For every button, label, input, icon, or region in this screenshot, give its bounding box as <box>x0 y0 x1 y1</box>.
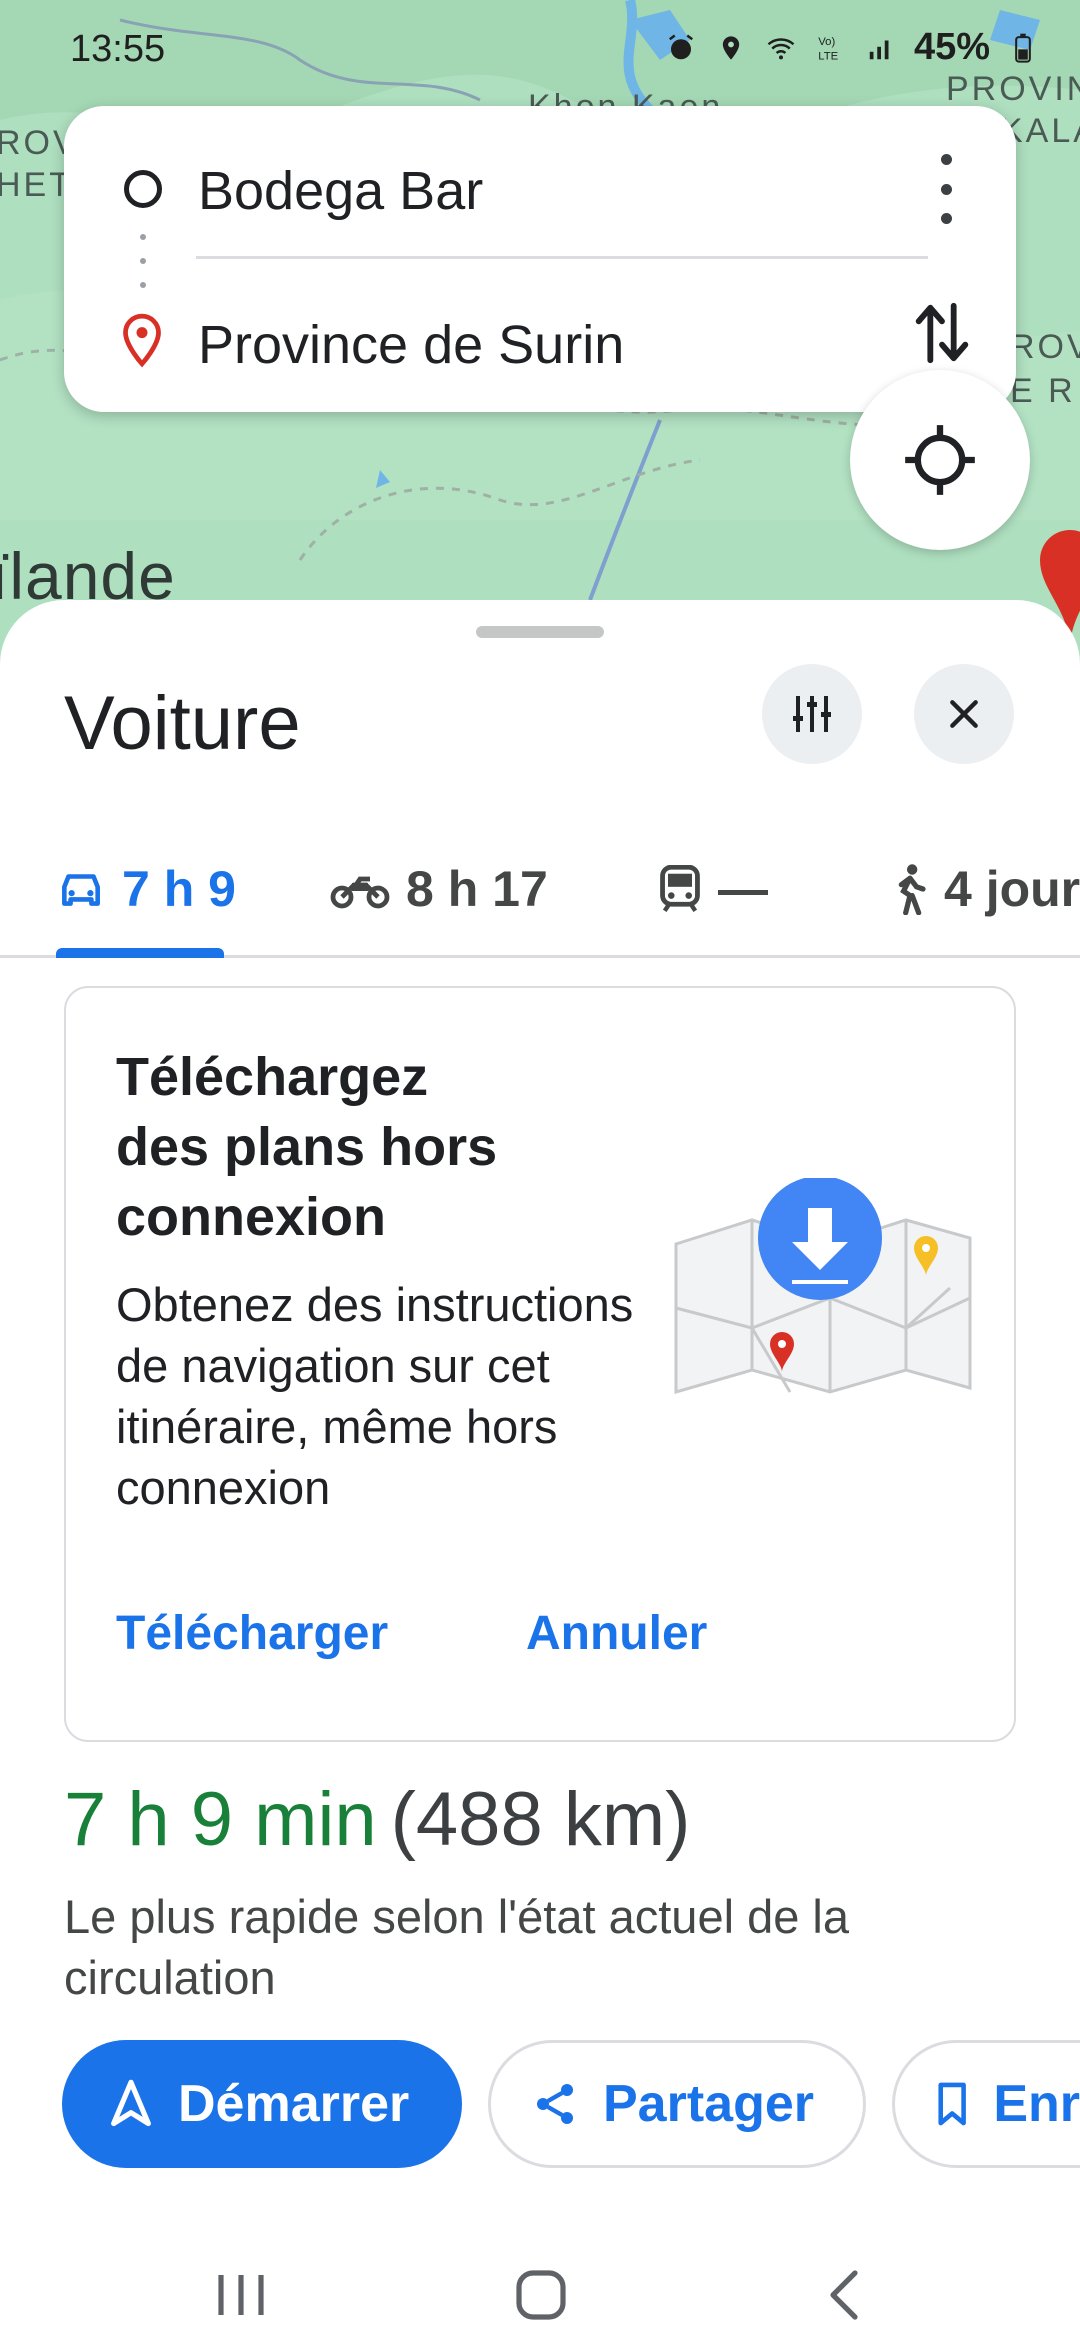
tab-motorcycle[interactable]: 8 h 17 <box>330 820 548 958</box>
svg-text:Vo): Vo) <box>818 36 835 48</box>
offline-maps-card: Téléchargez des plans hors connexion Obt… <box>64 986 1016 1742</box>
map-label-er: E R <box>1010 372 1076 410</box>
crosshair-icon <box>905 425 975 495</box>
close-icon <box>950 700 978 728</box>
car-icon <box>62 874 100 906</box>
map-label-rov-right: ROV <box>1010 328 1080 366</box>
location-icon <box>714 31 748 65</box>
start-navigation-button[interactable]: Démarrer <box>62 2040 462 2168</box>
transit-icon <box>660 865 700 913</box>
tab-motorcycle-label: 8 h 17 <box>406 861 548 917</box>
active-tab-indicator <box>56 948 224 958</box>
download-button[interactable]: Télécharger <box>116 1606 388 1661</box>
origin-circle-icon <box>124 170 162 208</box>
offline-map-illustration-icon <box>674 1178 972 1394</box>
home-button[interactable] <box>496 2250 586 2340</box>
tab-walk[interactable]: 4 jour <box>892 820 1080 958</box>
system-navigation-bar <box>0 2250 1080 2340</box>
tab-transit[interactable]: — <box>658 820 768 958</box>
share-icon <box>537 2084 573 2124</box>
recents-icon <box>218 2275 264 2315</box>
battery-percent: 45% <box>913 26 990 68</box>
directions-sheet: Voiture 7 h 9 8 h 17 — 4 jour Télécharge… <box>0 600 1080 2340</box>
home-icon <box>516 2270 566 2320</box>
start-label: Démarrer <box>178 2075 410 2133</box>
back-button[interactable] <box>800 2250 890 2340</box>
more-options-button[interactable] <box>926 154 966 224</box>
offline-card-title: Téléchargez des plans hors connexion <box>116 1047 498 1247</box>
share-button[interactable]: Partager <box>488 2040 866 2168</box>
route-description: Le plus rapide selon l'état actuel de la… <box>64 1890 850 2004</box>
status-icons: Vo) LTE 45% <box>664 26 1040 69</box>
destination-pin-icon <box>123 313 161 368</box>
route-options-button[interactable] <box>762 664 862 764</box>
motorcycle-icon <box>330 876 390 909</box>
travel-mode-tabs: 7 h 9 8 h 17 — 4 jour <box>0 820 1080 958</box>
route-summary: 7 h 9 min (488 km) <box>64 1776 690 1863</box>
status-bar: 13:55 Vo) LTE 45% <box>0 0 1080 100</box>
navigation-arrow-icon <box>111 2079 151 2127</box>
origin-text: Bodega Bar <box>198 161 484 221</box>
map-label-het: HET <box>0 166 73 204</box>
close-button[interactable] <box>914 664 1014 764</box>
volte-icon: Vo) LTE <box>814 31 848 65</box>
recents-button[interactable] <box>196 2250 286 2340</box>
status-time: 13:55 <box>70 28 166 70</box>
svg-text:LTE: LTE <box>818 50 838 62</box>
offline-card-body: Obtenez des instructions de navigation s… <box>116 1278 634 1514</box>
destination-field[interactable]: Province de Surin <box>64 292 1016 392</box>
sheet-drag-handle[interactable] <box>476 626 604 638</box>
battery-icon <box>1006 31 1040 65</box>
bookmark-icon <box>938 2082 966 2126</box>
route-dots <box>140 234 146 288</box>
wifi-icon <box>764 31 798 65</box>
back-icon <box>830 2270 858 2320</box>
origin-field[interactable]: Bodega Bar <box>64 138 1016 238</box>
my-location-button[interactable] <box>850 370 1030 550</box>
signal-icon <box>864 31 898 65</box>
walk-icon <box>898 864 926 915</box>
destination-text: Province de Surin <box>198 315 625 375</box>
route-divider <box>196 256 928 259</box>
share-label: Partager <box>603 2075 814 2133</box>
tab-car[interactable]: 7 h 9 <box>56 820 236 958</box>
save-button[interactable]: Enr <box>892 2040 1080 2168</box>
route-card: Bodega Bar Province de Surin <box>64 106 1016 412</box>
route-duration: 7 h 9 min <box>64 1777 377 1862</box>
swap-icon[interactable] <box>912 298 972 368</box>
tune-icon <box>793 696 831 732</box>
travel-mode-title: Voiture <box>64 681 301 766</box>
tab-walk-label: 4 jour <box>944 861 1080 917</box>
save-label: Enr <box>993 2075 1080 2133</box>
tab-car-label: 7 h 9 <box>122 861 236 917</box>
route-distance: (488 km) <box>390 1777 691 1862</box>
tab-transit-label: — <box>718 861 768 917</box>
cancel-button[interactable]: Annuler <box>526 1606 707 1661</box>
alarm-icon <box>664 31 698 65</box>
